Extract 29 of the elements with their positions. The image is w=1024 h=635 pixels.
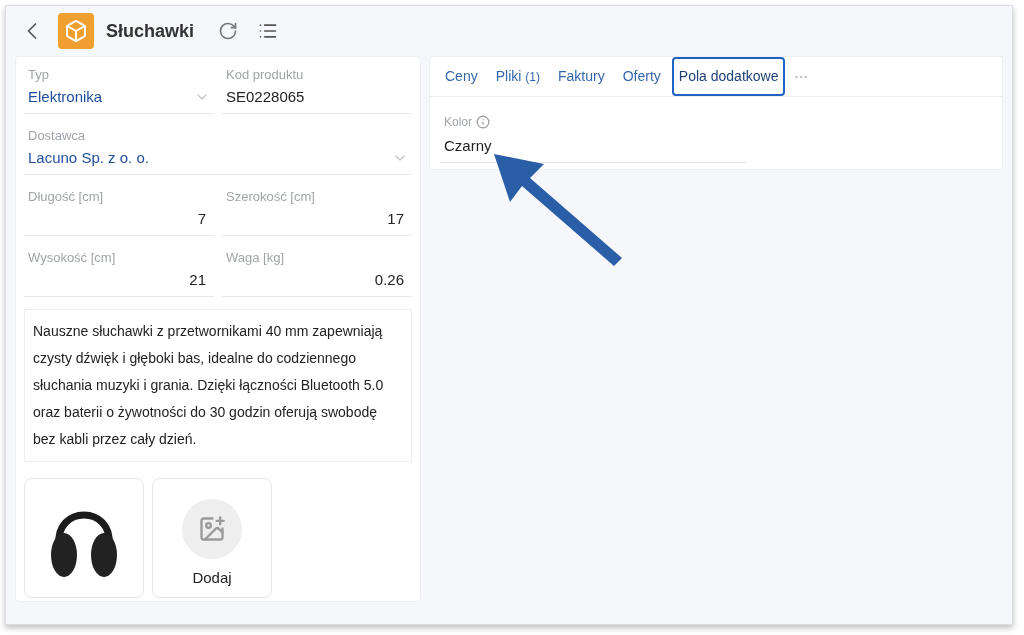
field-value[interactable]: Elektronika (28, 85, 103, 109)
field-label: Wysokość [cm] (28, 249, 116, 267)
product-box-icon (58, 13, 94, 49)
field-label: Typ (28, 66, 49, 84)
page-title: Słuchawki (106, 19, 195, 43)
field-label: Szerokość [cm] (226, 188, 315, 206)
field-label: Dostawca (28, 127, 86, 145)
add-image-button[interactable]: Dodaj (152, 478, 272, 598)
tab[interactable]: Pliki (1) (488, 57, 548, 96)
field-label: Kolor (444, 114, 472, 131)
field-value[interactable]: 17 (387, 207, 408, 231)
info-icon[interactable] (476, 115, 490, 129)
field-value[interactable]: 0.26 (374, 268, 408, 292)
field-value[interactable]: 21 (189, 268, 210, 292)
tab[interactable]: Oferty (615, 57, 668, 96)
field-label: Kod produktu (226, 66, 304, 84)
tab[interactable]: Pola dodatkowe (671, 57, 786, 96)
list-icon[interactable] (258, 21, 279, 41)
tab[interactable]: Faktury (551, 57, 612, 96)
product-image-tile[interactable] (24, 478, 144, 598)
refresh-icon[interactable] (218, 21, 239, 41)
field-label: Długość [cm] (28, 188, 104, 206)
description-text[interactable]: Nauszne słuchawki z przetwornikami 40 mm zapewniają czysty dźwięk i głęboki bas, idealne do codziennego słuchania muzyki i grania. Dzięki łączności Bluetooth 5.0 oraz baterii o żywotności do 30 godzin oferują swobodę bez kabli przez cały dzień. (24, 309, 412, 462)
tab[interactable]: Ceny (438, 57, 485, 96)
field-value[interactable]: Lacuno Sp. z o. o. (28, 146, 149, 170)
field-value[interactable]: SE0228065 (226, 85, 305, 109)
field-value[interactable]: Czarny (444, 135, 492, 158)
field-value[interactable]: 7 (197, 207, 210, 231)
field-label: Waga [kg] (226, 249, 285, 267)
